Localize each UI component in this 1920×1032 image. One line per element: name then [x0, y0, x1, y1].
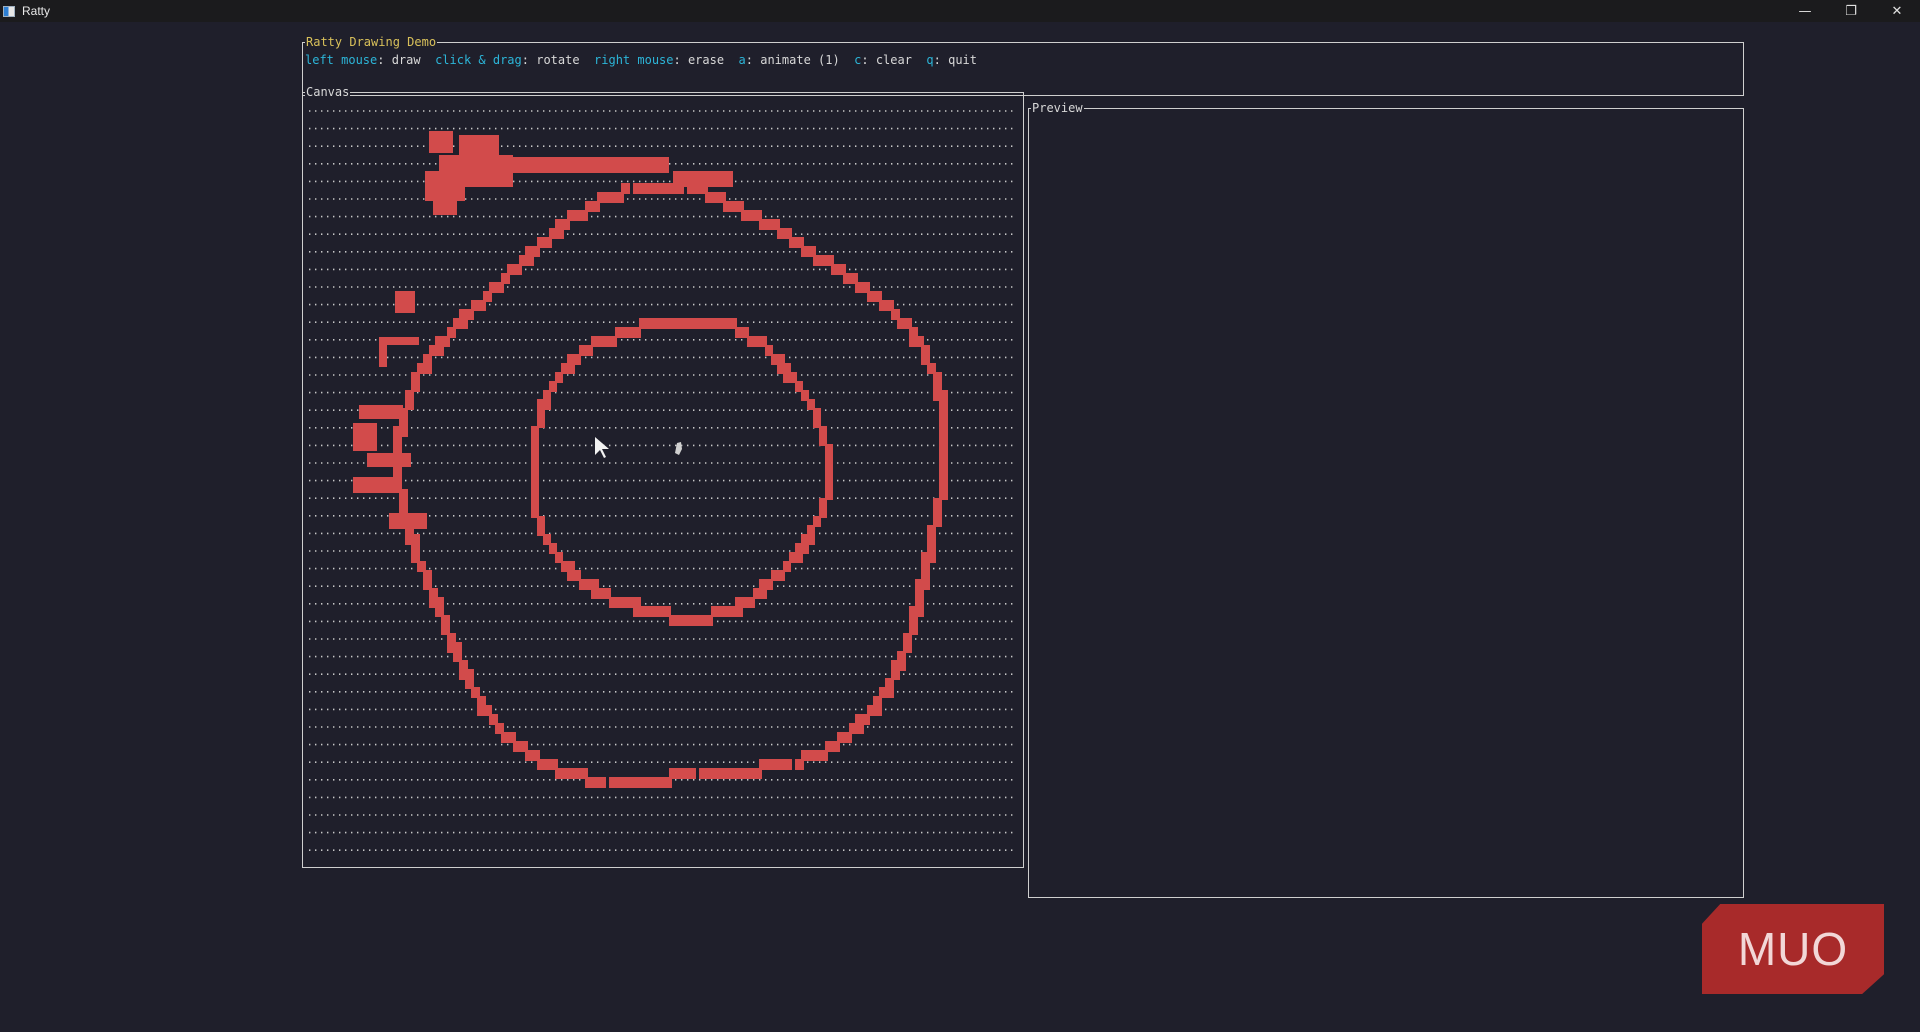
window-title: Ratty: [22, 4, 51, 18]
stroke-blob: [499, 157, 669, 173]
header-panel: Ratty Drawing Demo left mouse: draw clic…: [302, 34, 1744, 96]
help-key-draw: left mouse: [305, 53, 378, 67]
drawing-canvas[interactable]: Canvas: [302, 84, 1024, 868]
stroke-cell: [795, 759, 804, 770]
canvas-dot-grid: [309, 110, 1017, 852]
stroke-squiggle: [367, 453, 411, 467]
watermark-text: MUO: [1737, 923, 1849, 975]
help-desc-quit: : quit: [933, 53, 977, 67]
outer-loop-stroke: [393, 183, 948, 788]
help-desc-clear: : clear: [861, 53, 912, 67]
stroke-squiggle: [359, 405, 403, 419]
stroke-cell: [699, 768, 708, 779]
drag-cursor-icon: [675, 442, 682, 455]
stroke-blob: [459, 135, 499, 155]
stroke-blob: [425, 171, 465, 201]
stroke-blob: [433, 197, 457, 215]
watermark-logo: MUO: [1702, 904, 1884, 994]
minimize-icon: —: [1798, 3, 1812, 19]
canvas-strokes: [353, 131, 948, 788]
stroke-blob: [429, 131, 453, 153]
stroke-cell: [621, 183, 630, 194]
stroke-cell: [939, 480, 948, 491]
app-icon: [3, 5, 15, 17]
preview-panel: Preview: [1028, 100, 1744, 898]
logo-corner: [1866, 976, 1884, 994]
close-icon: ✕: [1891, 3, 1903, 19]
help-desc-erase: : erase: [673, 53, 725, 67]
stroke-squiggle: [379, 337, 387, 367]
help-key-rotate: click & drag: [435, 53, 522, 67]
stroke-squiggle: [353, 477, 401, 493]
close-button[interactable]: ✕: [1874, 0, 1920, 22]
mouse-cursor-icon: [595, 437, 609, 458]
help-line: left mouse: draw click & drag: rotate ri…: [305, 53, 977, 67]
header-title: Ratty Drawing Demo: [305, 34, 438, 50]
minimize-button[interactable]: —: [1782, 0, 1828, 22]
help-key-quit: q: [926, 53, 934, 67]
stroke-blob: [673, 171, 733, 187]
stroke-cell: [609, 777, 618, 788]
help-key-erase: right mouse: [594, 53, 674, 67]
canvas-drawing[interactable]: [303, 93, 1023, 867]
window-titlebar: Ratty — ❐ ✕: [0, 0, 1920, 22]
stroke-cell: [825, 453, 833, 464]
help-desc-animate: : animate (1): [745, 53, 840, 67]
stroke-squiggle: [389, 513, 427, 529]
stroke-squiggle: [353, 423, 377, 451]
preview-title: Preview: [1031, 100, 1084, 116]
stroke-squiggle: [395, 291, 415, 313]
help-desc-rotate: : rotate: [521, 53, 580, 67]
maximize-button[interactable]: ❐: [1828, 0, 1874, 22]
help-desc-draw: : draw: [377, 53, 421, 67]
window-controls: — ❐ ✕: [1782, 0, 1920, 22]
inner-circle-stroke: [531, 318, 833, 626]
help-key-animate: a: [738, 53, 746, 67]
restore-icon: ❐: [1845, 3, 1857, 19]
